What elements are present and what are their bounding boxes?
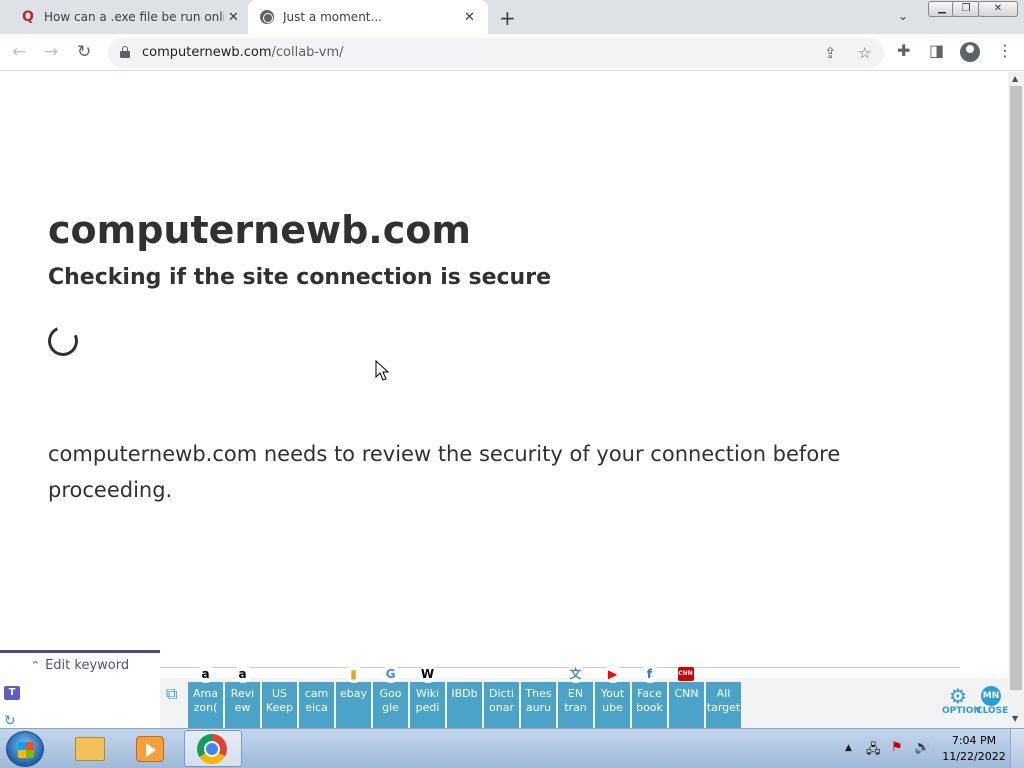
- profile-avatar-icon[interactable]: [960, 42, 980, 62]
- wikipedia-icon: W: [418, 665, 437, 683]
- share-icon[interactable]: ⇪: [824, 44, 837, 62]
- keyword-button[interactable]: Revi ew: [225, 682, 260, 728]
- amazon-icon: a: [196, 665, 215, 683]
- keyword-button[interactable]: Ama zon(: [188, 682, 223, 728]
- menu-kebab-icon[interactable]: ⋮: [997, 41, 1013, 60]
- shopping-bag-icon: ▮: [344, 665, 363, 683]
- keyword-button[interactable]: Dicti onar: [484, 682, 519, 728]
- keyword-button[interactable]: US Keep: [262, 682, 297, 728]
- back-button[interactable]: ←: [12, 42, 26, 62]
- external-link-icon[interactable]: ⧉: [166, 684, 177, 704]
- clock-time: 7:04 PM: [951, 734, 997, 747]
- site-subtitle: Checking if the site connection is secur…: [48, 265, 551, 290]
- close-icon[interactable]: ✕: [228, 10, 239, 25]
- new-tab-button[interactable]: +: [499, 6, 516, 30]
- keyword-button[interactable]: cam elca: [299, 682, 334, 728]
- network-icon[interactable]: 🖧: [866, 740, 881, 762]
- facebook-icon: f: [640, 665, 659, 683]
- volume-icon[interactable]: 🔊: [914, 740, 930, 755]
- youtube-icon: ▶: [603, 665, 622, 683]
- keyword-button[interactable]: CNN: [669, 682, 704, 728]
- tab-just-a-moment[interactable]: Just a moment... ✕: [248, 0, 488, 34]
- edit-keyword-button[interactable]: ⌃ Edit keyword: [0, 650, 160, 678]
- scroll-thumb[interactable]: [1010, 86, 1022, 690]
- bookmark-star-icon[interactable]: ☆: [858, 44, 871, 62]
- folder-icon: [75, 737, 105, 761]
- page-content: computernewb.com Checking if the site co…: [0, 72, 1008, 658]
- teams-icon[interactable]: T: [4, 686, 20, 700]
- system-clock[interactable]: 7:04 PM 11/22/2022: [940, 733, 1008, 765]
- close-toolbar-button[interactable]: MN CLOSE: [976, 686, 1009, 716]
- close-toolbar-icon: MN: [981, 686, 1001, 706]
- translate-icon: 文: [566, 665, 585, 683]
- amazon-icon: a: [233, 665, 252, 683]
- keyword-button[interactable]: Yout ube: [595, 682, 630, 728]
- tab-quora[interactable]: Q How can a .exe file be run online ✕: [8, 0, 246, 34]
- keyword-button[interactable]: Face book: [632, 682, 667, 728]
- keyword-button[interactable]: Thes auru: [521, 682, 556, 728]
- close-label: CLOSE: [976, 706, 1009, 716]
- clock-date: 11/22/2022: [942, 750, 1006, 763]
- security-review-text: computernewb.com needs to review the sec…: [48, 442, 841, 502]
- vertical-scrollbar[interactable]: ▲ ▼: [1008, 72, 1024, 728]
- scroll-up-arrow-icon[interactable]: ▲: [1012, 74, 1018, 83]
- start-button[interactable]: [6, 731, 44, 767]
- tab-title: Just a moment...: [283, 10, 382, 24]
- close-icon[interactable]: ✕: [464, 10, 475, 25]
- keyword-divider: [160, 667, 960, 668]
- lock-icon[interactable]: [120, 46, 130, 58]
- action-center-flag-icon[interactable]: ⚑: [891, 740, 903, 755]
- loading-spinner-icon: [43, 321, 83, 361]
- media-player-icon: [136, 736, 164, 762]
- reload-button[interactable]: ↻: [77, 42, 91, 62]
- restore-button[interactable]: ❐: [952, 1, 980, 17]
- globe-icon: [260, 10, 274, 24]
- forward-button[interactable]: →: [44, 42, 58, 62]
- tab-title: How can a .exe file be run online: [44, 10, 224, 24]
- show-desktop-button[interactable]: [1010, 729, 1024, 768]
- side-panel-icon[interactable]: ◨: [929, 41, 944, 60]
- cnn-icon: CNN: [677, 667, 694, 681]
- edit-keyword-label: Edit keyword: [45, 658, 130, 673]
- mouse-cursor-icon: [375, 360, 390, 381]
- keyword-button[interactable]: Goo gle: [373, 682, 408, 728]
- gear-icon: ⚙: [949, 684, 967, 708]
- keyword-button[interactable]: Wiki pedi: [410, 682, 445, 728]
- show-hidden-icons-icon[interactable]: ▲: [845, 743, 852, 753]
- chrome-icon: [197, 734, 227, 764]
- browser-toolbar: ← → ↻ computernewb.com/collab-vm/ ⇪ ☆: [0, 34, 1024, 71]
- keyword-button[interactable]: ebay: [336, 682, 371, 728]
- address-bar[interactable]: computernewb.com/collab-vm/ ⇪ ☆: [108, 38, 884, 68]
- extensions-puzzle-icon[interactable]: ✚: [897, 41, 910, 60]
- window-close-button[interactable]: ✕: [978, 1, 1018, 17]
- keyword-button[interactable]: EN tran: [558, 682, 593, 728]
- scroll-down-arrow-icon[interactable]: ▼: [1012, 714, 1018, 723]
- option-button[interactable]: ⚙ OPTION: [942, 684, 981, 716]
- site-title: computernewb.com: [48, 208, 471, 252]
- url-text: computernewb.com/collab-vm/: [142, 45, 344, 60]
- refresh-icon[interactable]: ↻: [4, 713, 16, 729]
- keyword-button[interactable]: IBDb: [447, 682, 482, 728]
- google-icon: G: [381, 665, 400, 683]
- chevron-up-icon: ⌃: [30, 659, 41, 672]
- tab-search-chevron-icon[interactable]: ⌄: [898, 9, 908, 23]
- quora-icon: Q: [22, 9, 34, 25]
- keyword-button[interactable]: All target: [706, 682, 741, 728]
